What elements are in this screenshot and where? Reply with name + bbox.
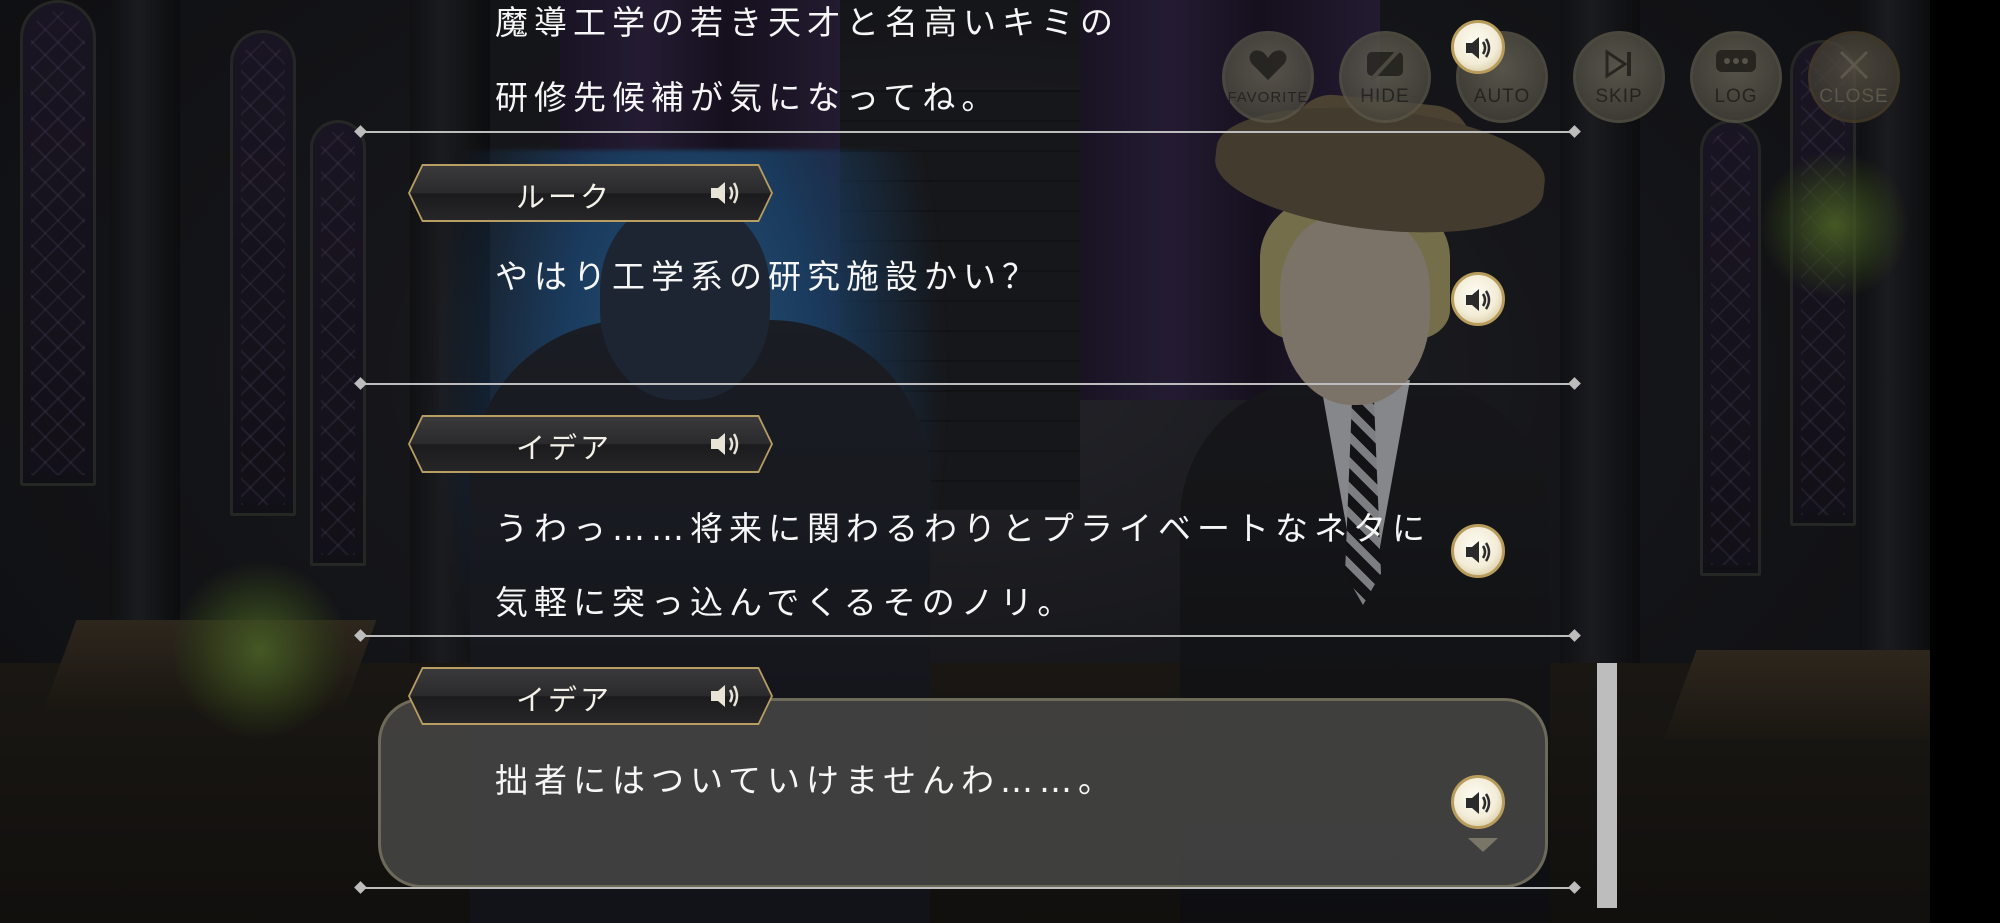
dialogue-line: 研修先候補が気になってね。 [495,78,1001,117]
dialogue-line: 魔導工学の若き天才と名高いキミの [495,3,1119,42]
speaker-nameplate: イデア [408,415,773,473]
skip-button[interactable]: SKIP [1573,31,1665,123]
hide-icon [1342,48,1428,86]
speaker-icon [1466,792,1491,814]
hide-button[interactable]: HIDE [1339,31,1431,123]
chevron-down-icon [1468,838,1498,852]
speaker-nameplate: イデア [408,667,773,725]
speaker-icon [709,681,743,711]
voice-replay-button[interactable] [1451,272,1505,326]
speaker-icon [1466,37,1491,59]
speaker-icon [1466,289,1491,311]
log-divider [360,887,1575,889]
voice-replay-button[interactable] [1451,775,1505,829]
log-divider [360,131,1575,133]
dialogue-line: うわっ……将来に関わるわりとプライベートなネタに [495,509,1431,548]
speaker-name: イデア [516,683,613,717]
skip-label: SKIP [1595,86,1643,107]
speaker-icon [709,429,743,459]
voice-replay-button[interactable] [1451,524,1505,578]
favorite-button[interactable]: FAVORITE [1222,31,1314,123]
log-scrollbar[interactable] [1597,663,1617,908]
skip-icon [1576,48,1662,84]
log-button[interactable]: LOG [1690,31,1782,123]
close-label: CLOSE [1819,86,1889,107]
dialogue-line: 拙者にはついていけませんわ……。 [495,761,1118,800]
chat-bubble-icon [1693,48,1779,84]
auto-label: AUTO [1473,86,1531,107]
voice-replay-button[interactable] [1451,20,1505,74]
favorite-label: FAVORITE [1227,89,1309,106]
dialogue-line: やはり工学系の研究施設かい？ [495,257,1041,296]
speaker-nameplate: ルーク [408,164,773,222]
hide-label: HIDE [1360,86,1410,107]
speaker-icon [709,178,743,208]
heart-icon [1225,48,1311,86]
log-divider [360,635,1575,637]
log-divider [360,383,1575,385]
close-button[interactable]: CLOSE [1808,31,1900,123]
speaker-name: イデア [516,431,613,465]
close-icon [1811,48,1897,86]
speaker-name: ルーク [516,180,613,214]
speaker-icon [1466,541,1491,563]
dialogue-line: 気軽に突っ込んでくるそのノリ。 [495,583,1077,622]
log-label: LOG [1714,86,1758,107]
